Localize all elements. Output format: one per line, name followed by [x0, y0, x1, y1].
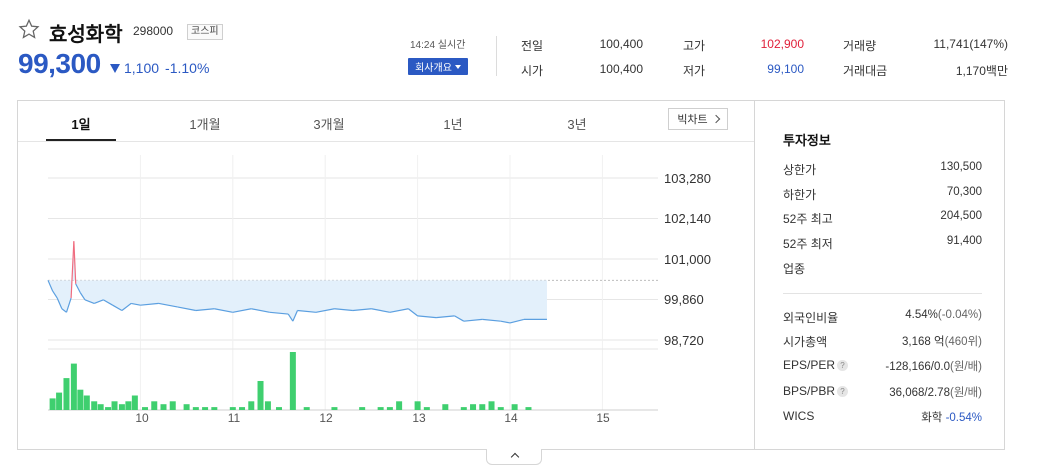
volume-bar [118, 404, 125, 410]
volume-bar [70, 363, 77, 410]
chevron-up-icon [510, 452, 520, 462]
volume-bar [248, 401, 255, 410]
volume-bar [511, 404, 518, 410]
foreign-ratio-label: 외국인비율 [783, 311, 839, 325]
x-tick-label: 12 [319, 411, 333, 425]
volume-bar [77, 389, 84, 410]
foreign-ratio: 4.54% [905, 309, 938, 321]
volume-bar [192, 407, 199, 410]
volume-layer [49, 352, 532, 410]
volume-bar [131, 395, 138, 410]
volume-bar [49, 398, 56, 410]
volume-bar [359, 407, 366, 410]
volume-bar [386, 407, 393, 410]
eps-per-label: EPS/PER? [783, 358, 849, 372]
volume-bar [91, 401, 98, 410]
volume-bar [142, 407, 149, 410]
y-tick-label: 102,140 [664, 211, 711, 226]
volume-bar [56, 392, 63, 410]
x-tick-label: 11 [227, 411, 241, 425]
eps-per-unit: (원/배) [949, 361, 982, 373]
low52-value: 91,400 [946, 235, 982, 247]
y-tick-label: 98,720 [664, 333, 704, 348]
volume-bar [111, 401, 118, 410]
volume-bar [63, 378, 70, 410]
volume-bar [460, 407, 467, 410]
volume-bar [289, 352, 296, 410]
volume-bar [479, 404, 486, 410]
volume-bar [83, 395, 90, 410]
bps-pbr-text: BPS/PBR [783, 384, 836, 398]
bps-pbr-unit: (원/배) [949, 387, 982, 399]
help-icon[interactable]: ? [837, 386, 849, 397]
lower-limit-value: 70,300 [946, 186, 982, 198]
low52-label: 52주 최저 [783, 237, 833, 251]
x-tick-label: 15 [596, 411, 610, 425]
y-tick-label: 103,280 [664, 171, 711, 186]
wics-value: 화학 -0.54% [921, 409, 982, 425]
eps-per-text: EPS/PER [783, 358, 836, 372]
market-cap-value: 3,168 억(460위) [902, 333, 982, 349]
volume-bar [229, 407, 236, 410]
volume-bar [331, 407, 338, 410]
volume-bar [160, 404, 167, 410]
bps-pbr-label: BPS/PBR? [783, 384, 849, 398]
volume-bar [105, 407, 112, 410]
market-cap-rank: (460위) [944, 336, 982, 348]
volume-bar [151, 401, 158, 410]
wics-label: WICS [783, 409, 815, 423]
volume-bar [202, 407, 209, 410]
market-cap-label: 시가총액 [783, 335, 828, 349]
y-tick-label: 99,860 [664, 292, 704, 307]
volume-bar [211, 407, 218, 410]
volume-bar [525, 407, 532, 410]
y-tick-label: 101,000 [664, 252, 711, 267]
high52-value: 204,500 [940, 210, 982, 222]
wics-sector[interactable]: 화학 [921, 412, 942, 424]
upper-limit-value: 130,500 [940, 161, 982, 173]
intraday-chart [47, 155, 658, 411]
volume-bar [423, 407, 430, 410]
bps-pbr: 36,068/2.78 [889, 387, 950, 399]
price-layer [47, 241, 547, 324]
side-separator [783, 293, 982, 294]
volume-bar [264, 401, 271, 410]
bps-pbr-value: 36,068/2.78(원/배) [889, 384, 982, 400]
volume-bar [377, 407, 384, 410]
x-tick-label: 10 [135, 411, 149, 425]
upper-limit-label: 상한가 [783, 163, 817, 177]
eps-per-value: -128,166/0.0(원/배) [885, 358, 982, 374]
collapse-toggle[interactable] [486, 449, 542, 465]
x-tick-label: 13 [412, 411, 426, 425]
volume-bar [183, 404, 190, 410]
investment-info-title: 투자정보 [783, 133, 831, 148]
volume-bar [470, 404, 477, 410]
volume-bar [276, 407, 282, 410]
volume-bar [488, 401, 495, 410]
sector-label: 업종 [783, 262, 806, 276]
x-tick-label: 14 [504, 411, 518, 425]
volume-bar [125, 401, 132, 410]
volume-bar [169, 401, 176, 410]
help-icon[interactable]: ? [837, 360, 849, 371]
foreign-ratio-change: (-0.04%) [937, 309, 982, 321]
volume-bar [257, 381, 264, 410]
wics-change: -0.54% [945, 412, 982, 424]
volume-bar [396, 401, 403, 410]
eps-per: -128,166/0.0 [885, 361, 950, 373]
volume-bar [303, 407, 310, 410]
foreign-ratio-value: 4.54%(-0.04%) [905, 309, 982, 321]
lower-limit-label: 하한가 [783, 188, 817, 202]
volume-bar [442, 404, 449, 410]
volume-bar [497, 407, 504, 410]
volume-bar [414, 401, 421, 410]
high52-label: 52주 최고 [783, 212, 833, 226]
volume-bar [239, 407, 246, 410]
market-cap: 3,168 억 [902, 336, 945, 348]
volume-bar [97, 404, 104, 410]
